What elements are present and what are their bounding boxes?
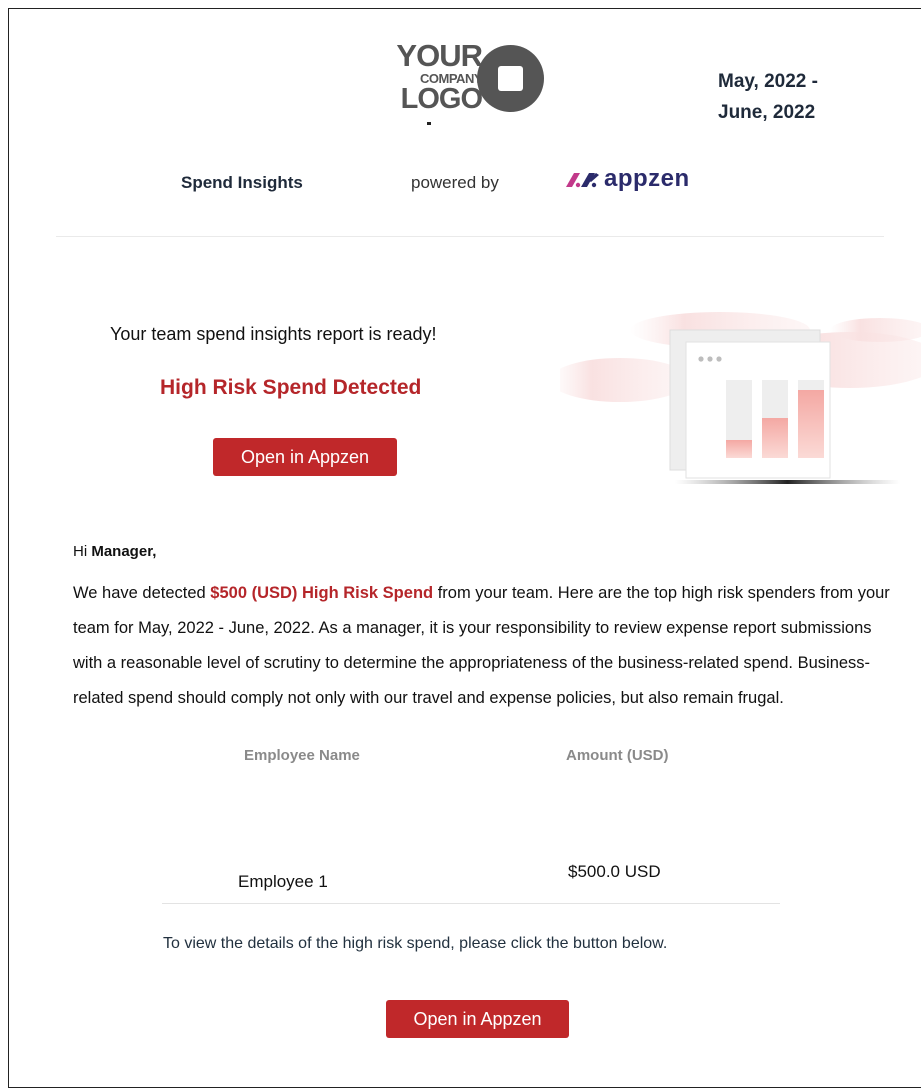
logo-line-3: LOGO bbox=[400, 83, 483, 115]
powered-by-label: powered by bbox=[411, 173, 499, 192]
date-range-start: May, 2022 - bbox=[718, 71, 818, 92]
appzen-mark-icon bbox=[566, 173, 599, 188]
header-divider bbox=[56, 236, 884, 237]
greeting-prefix: Hi bbox=[73, 543, 92, 560]
para-rest: from your team. Here are the top high ri… bbox=[73, 584, 890, 707]
date-range: May, 2022 - June, 2022 bbox=[718, 66, 858, 128]
open-in-appzen-button-top[interactable]: Open in Appzen bbox=[213, 438, 397, 476]
bar-chart-window-icon bbox=[560, 312, 921, 484]
greeting: Hi Manager, bbox=[73, 543, 156, 560]
company-logo-text: YOUR COMPANY LOGO bbox=[382, 38, 483, 115]
spend-insights-title: Spend Insights bbox=[181, 173, 303, 192]
high-risk-amount-highlight: $500 (USD) High Risk Spend bbox=[210, 584, 434, 602]
table-row-divider bbox=[162, 903, 780, 904]
column-header-amount: Amount (USD) bbox=[566, 747, 669, 764]
greeting-name: Manager, bbox=[91, 543, 157, 560]
open-in-appzen-button-bottom[interactable]: Open in Appzen bbox=[386, 1000, 569, 1038]
amount-cell: $500.0 USD bbox=[568, 862, 661, 881]
report-ready-text: Your team spend insights report is ready… bbox=[110, 324, 437, 344]
column-header-employee-name: Employee Name bbox=[244, 747, 360, 764]
details-note: To view the details of the high risk spe… bbox=[163, 935, 668, 952]
logo-line-1: YOUR bbox=[396, 38, 483, 73]
appzen-wordmark: appzen bbox=[604, 165, 690, 192]
company-logo: YOUR COMPANY LOGO bbox=[382, 40, 547, 130]
logo-dot bbox=[427, 122, 431, 125]
company-logo-icon bbox=[477, 45, 544, 112]
date-range-end: June, 2022 bbox=[718, 102, 816, 123]
body-paragraph: We have detected $500 (USD) High Risk Sp… bbox=[73, 576, 893, 716]
employee-name-cell: Employee 1 bbox=[238, 872, 328, 891]
high-risk-alert: High Risk Spend Detected bbox=[160, 376, 422, 399]
para-start: We have detected bbox=[73, 584, 211, 602]
